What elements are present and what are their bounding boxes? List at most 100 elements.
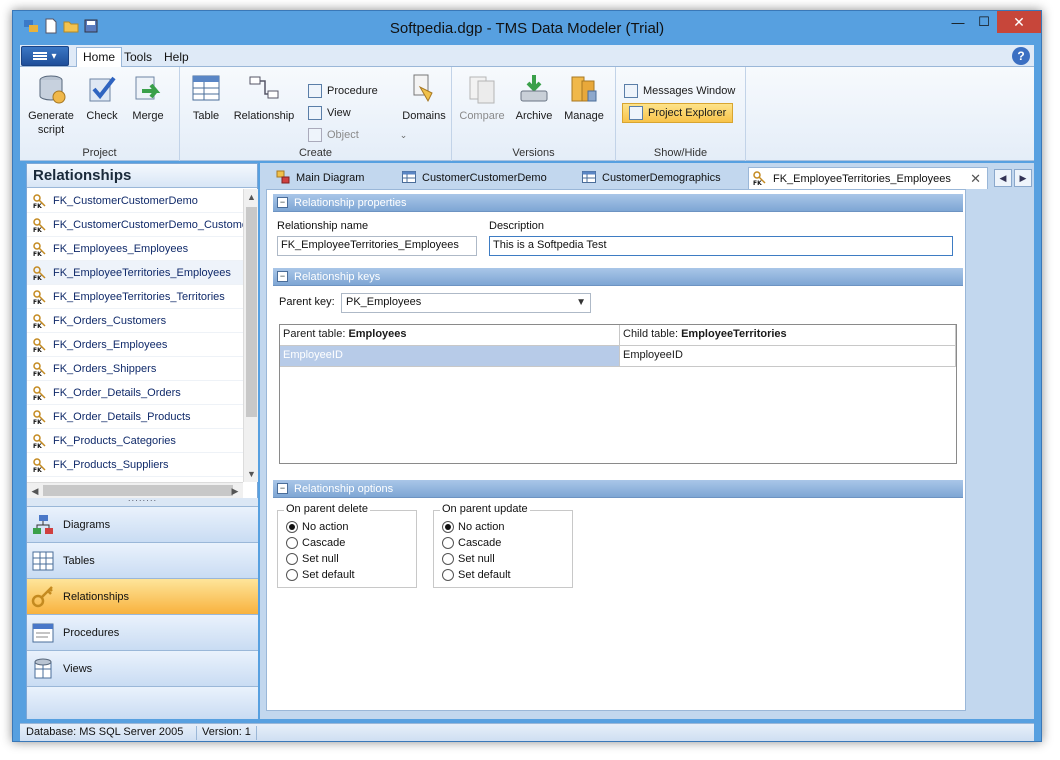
relationship-name-input[interactable]: FK_EmployeeTerritories_Employees — [277, 236, 477, 256]
domains-button[interactable]: Domains — [400, 73, 448, 123]
nav-relationships-label: Relationships — [63, 590, 130, 603]
application-menu-button[interactable]: ▾ — [21, 46, 69, 66]
nav-views[interactable]: Views — [27, 650, 258, 686]
messages-window-button[interactable]: Messages Window — [624, 82, 735, 100]
radio-button[interactable] — [286, 521, 298, 533]
nav-relationships[interactable]: Relationships — [27, 578, 258, 614]
nav-procedures[interactable]: Procedures — [27, 614, 258, 650]
tab-help[interactable]: Help — [158, 48, 195, 67]
list-item[interactable]: FK FK_Employees_Employees — [27, 237, 243, 261]
on-parent-update-radio-3[interactable]: Set default — [442, 569, 511, 581]
parent-key-select[interactable]: PK_Employees ▼ — [341, 293, 591, 313]
scroll-left-icon[interactable]: ◀ — [27, 483, 43, 499]
panel-title: Relationships — [27, 164, 257, 188]
radio-button[interactable] — [442, 553, 454, 565]
vertical-scrollbar[interactable]: ▲ ▼ — [243, 189, 258, 482]
relationship-button[interactable]: Relationship — [230, 73, 298, 123]
generate-script-button[interactable]: Generate script — [24, 73, 78, 137]
list-item[interactable]: FK FK_CustomerCustomerDemo — [27, 189, 243, 213]
scroll-down-icon[interactable]: ▼ — [244, 466, 259, 482]
tab-close-icon[interactable]: ✕ — [970, 171, 981, 187]
on-parent-delete-radio-3[interactable]: Set default — [286, 569, 355, 581]
tab-customer-demographics[interactable]: CustomerDemographics — [578, 167, 740, 189]
list-item[interactable]: FK FK_Order_Details_Orders — [27, 381, 243, 405]
nav-diagrams[interactable]: Diagrams — [27, 506, 258, 542]
child-column-cell[interactable]: EmployeeID — [620, 346, 956, 367]
radio-button[interactable] — [286, 569, 298, 581]
collapse-icon[interactable]: − — [277, 271, 288, 282]
on-parent-update-radio-0[interactable]: No action — [442, 521, 504, 533]
radio-button[interactable] — [442, 569, 454, 581]
tab-main-diagram[interactable]: Main Diagram — [272, 167, 388, 189]
view-button[interactable]: View — [308, 104, 351, 122]
list-item[interactable]: FK FK_EmployeeTerritories_Territories — [27, 285, 243, 309]
object-button[interactable]: Object ⌄ — [308, 126, 407, 144]
check-label: Check — [86, 110, 118, 122]
project-explorer-label: Project Explorer — [648, 107, 727, 119]
procedure-button[interactable]: Procedure — [308, 82, 378, 100]
project-explorer-button[interactable]: Project Explorer — [622, 103, 734, 123]
relationship-keys-header[interactable]: − Relationship keys — [273, 268, 963, 286]
on-parent-delete-radio-0[interactable]: No action — [286, 521, 348, 533]
panel-splitter[interactable]: ········ — [27, 497, 258, 506]
diagram-icon — [276, 170, 290, 184]
radio-button[interactable] — [442, 521, 454, 533]
relationship-options-header[interactable]: − Relationship options — [273, 480, 963, 498]
radio-button[interactable] — [286, 553, 298, 565]
list-item[interactable]: FK FK_Orders_Employees — [27, 333, 243, 357]
relationship-properties-header[interactable]: − Relationship properties — [273, 194, 963, 212]
radio-button[interactable] — [442, 537, 454, 549]
list-item-label: FK_Products_Suppliers — [53, 458, 169, 471]
parent-column-cell[interactable]: EmployeeID — [280, 346, 620, 367]
minimize-button[interactable]: — — [945, 11, 971, 33]
tab-tools[interactable]: Tools — [118, 48, 158, 67]
tab-fk-employee-territories-employees[interactable]: FK FK_EmployeeTerritories_Employees ✕ — [748, 167, 988, 189]
table-row[interactable]: EmployeeID EmployeeID — [280, 346, 956, 367]
compare-icon — [466, 73, 498, 105]
on-parent-update-radio-2[interactable]: Set null — [442, 553, 495, 565]
relationship-list: FK FK_CustomerCustomerDemo FK FK_CustomerCu… — [27, 189, 243, 482]
horizontal-scroll-thumb[interactable] — [43, 485, 233, 496]
check-button[interactable]: Check — [82, 73, 122, 123]
ribbon-group-versions: Compare Archive Manage Versions — [452, 67, 616, 161]
key-columns-grid: Parent table: Employees Child table: Emp… — [279, 324, 957, 464]
vertical-scroll-thumb[interactable] — [246, 207, 257, 417]
description-input[interactable]: This is a Softpedia Test — [489, 236, 953, 256]
radio-button[interactable] — [286, 537, 298, 549]
list-item[interactable]: FK FK_Products_Categories — [27, 429, 243, 453]
list-item[interactable]: FK FK_Orders_Customers — [27, 309, 243, 333]
on-parent-delete-radio-1[interactable]: Cascade — [286, 537, 345, 549]
on-parent-update-group: On parent update No action Cascade Set nul… — [433, 503, 573, 588]
database-script-icon — [35, 73, 67, 105]
manage-button[interactable]: Manage — [560, 73, 608, 123]
compare-button[interactable]: Compare — [456, 73, 508, 123]
view-icon — [308, 106, 322, 120]
foreign-key-icon: FK — [33, 385, 46, 400]
relationship-keys-title: Relationship keys — [294, 270, 381, 283]
on-parent-update-radio-1[interactable]: Cascade — [442, 537, 501, 549]
close-button[interactable]: ✕ — [997, 11, 1041, 33]
scroll-right-icon[interactable]: ▶ — [227, 483, 243, 499]
tab-home[interactable]: Home — [76, 47, 123, 68]
archive-button[interactable]: Archive — [510, 73, 558, 123]
nav-tables[interactable]: Tables — [27, 542, 258, 578]
list-item[interactable]: FK FK_Products_Suppliers — [27, 453, 243, 477]
list-item[interactable]: FK FK_Order_Details_Products — [27, 405, 243, 429]
radio-label: Set null — [458, 553, 495, 565]
svg-text:FK: FK — [753, 180, 762, 185]
merge-button[interactable]: Merge — [126, 73, 170, 123]
table-button[interactable]: Table — [186, 73, 226, 123]
project-group-label: Project — [82, 147, 117, 159]
list-item[interactable]: FK FK_Orders_Shippers — [27, 357, 243, 381]
list-item[interactable]: FK FK_EmployeeTerritories_Employees — [27, 261, 243, 285]
scroll-up-icon[interactable]: ▲ — [244, 189, 259, 205]
tab-customer-customer-demo[interactable]: CustomerCustomerDemo — [398, 167, 566, 189]
tab-scroll-left-icon[interactable]: ◀ — [994, 169, 1012, 187]
help-icon[interactable]: ? — [1012, 47, 1030, 65]
collapse-icon[interactable]: − — [277, 483, 288, 494]
tab-scroll-right-icon[interactable]: ▶ — [1014, 169, 1032, 187]
maximize-button[interactable]: ☐ — [971, 11, 997, 33]
list-item[interactable]: FK FK_CustomerCustomerDemo_Customer — [27, 213, 243, 237]
on-parent-delete-radio-2[interactable]: Set null — [286, 553, 339, 565]
collapse-icon[interactable]: − — [277, 197, 288, 208]
